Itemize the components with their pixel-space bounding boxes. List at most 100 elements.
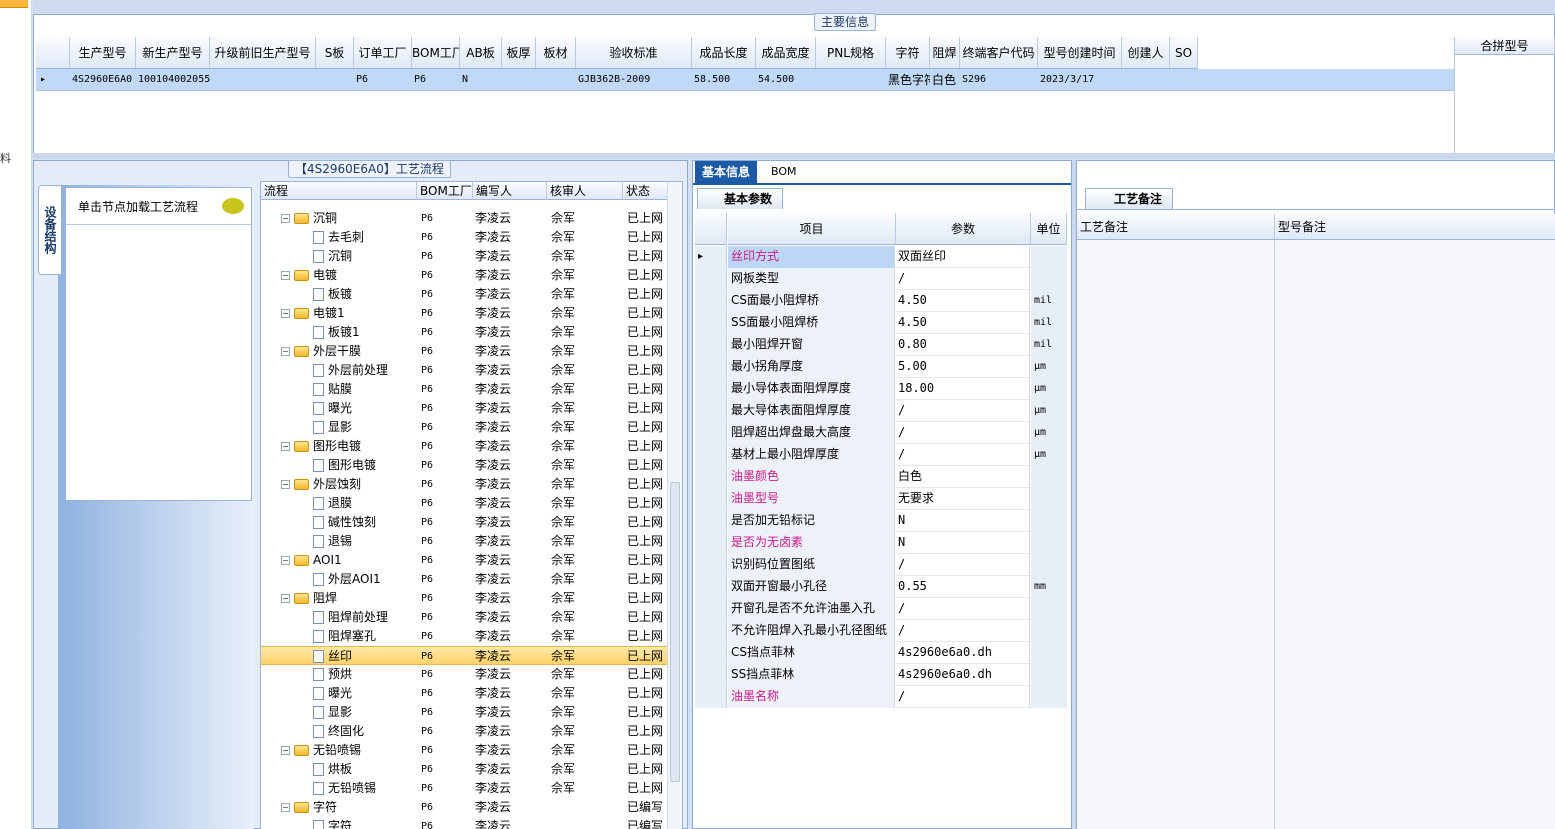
tree-row[interactable]: 外层前处理 P6 李凌云 佘军 已上网 [261, 361, 669, 380]
param-value[interactable]: 4.50 [896, 290, 1030, 312]
tree-row[interactable]: − 外层蚀刻 P6 李凌云 佘军 已上网 [261, 475, 669, 494]
param-value[interactable]: / [896, 444, 1030, 466]
column-header[interactable]: 生产型号 [70, 37, 136, 69]
param-row[interactable]: 网板类型 / [695, 268, 1067, 290]
param-value[interactable]: 4s2960e6a0.dh [896, 664, 1030, 686]
tree-row[interactable]: − 沉铜 P6 李凌云 佘军 已上网 [261, 209, 669, 228]
column-header[interactable]: 验收标准 [576, 37, 692, 69]
column-header[interactable]: 字符 [886, 37, 930, 69]
tree-row[interactable]: 阻焊前处理 P6 李凌云 佘军 已上网 [261, 608, 669, 627]
row-header[interactable] [695, 290, 727, 312]
column-header[interactable]: PNL规格 [816, 37, 886, 69]
param-row[interactable]: 开窗孔是否不允许油墨入孔 / [695, 598, 1067, 620]
param-row[interactable]: 识别码位置图纸 / [695, 554, 1067, 576]
tree-scrollbar[interactable] [667, 182, 682, 829]
tree-column-header[interactable]: 状态 [623, 182, 669, 200]
param-value[interactable]: 0.80 [896, 334, 1030, 356]
tree-column-header[interactable]: 核审人 [547, 182, 623, 200]
process-notes-area[interactable] [1077, 240, 1275, 829]
row-header[interactable] [695, 356, 727, 378]
table-cell[interactable] [210, 69, 316, 91]
collapse-icon[interactable]: − [281, 309, 290, 318]
collapse-icon[interactable]: − [281, 442, 290, 451]
tree-row[interactable]: 丝印 P6 李凌云 佘军 已上网 [261, 646, 669, 665]
tree-row[interactable]: 去毛刺 P6 李凌云 佘军 已上网 [261, 228, 669, 247]
row-header[interactable] [695, 664, 727, 686]
tree-column-header[interactable]: 流程 [261, 182, 417, 200]
tab-bom[interactable]: BOM [765, 161, 803, 183]
tab-basic-info[interactable]: 基本信息 [695, 161, 758, 183]
table-cell[interactable]: 黑色字符 [886, 69, 930, 91]
param-row[interactable]: 油墨名称 / [695, 686, 1067, 708]
column-header[interactable]: 成品宽度 [756, 37, 816, 69]
table-cell[interactable]: 4S2960E6A0 [70, 69, 136, 91]
param-value[interactable]: 白色 [896, 466, 1030, 488]
column-header[interactable]: 升级前旧生产型号 [210, 37, 316, 69]
row-header[interactable] [695, 466, 727, 488]
tree-row[interactable]: 显影 P6 李凌云 佘军 已上网 [261, 418, 669, 437]
row-header[interactable] [695, 422, 727, 444]
param-row[interactable]: 阻焊超出焊盘最大高度 / μm [695, 422, 1067, 444]
collapse-icon[interactable]: − [281, 214, 290, 223]
param-row[interactable]: 油墨颜色 白色 [695, 466, 1067, 488]
table-cell[interactable]: 2023/3/17 [1038, 69, 1122, 91]
tree-row[interactable]: 碱性蚀刻 P6 李凌云 佘军 已上网 [261, 513, 669, 532]
row-header[interactable] [695, 532, 727, 554]
collapse-icon[interactable]: − [281, 803, 290, 812]
model-notes-header[interactable]: 型号备注 [1275, 214, 1555, 240]
param-row[interactable]: SS面最小阻焊桥 4.50 mil [695, 312, 1067, 334]
tree-column-header[interactable]: 编写人 [473, 182, 547, 200]
param-value[interactable]: 双面丝印 [896, 246, 1030, 268]
param-row[interactable]: 是否为无卤素 N [695, 532, 1067, 554]
param-value[interactable]: 5.00 [896, 356, 1030, 378]
grid-corner[interactable] [36, 37, 70, 69]
param-column-header[interactable]: 参数 [896, 213, 1031, 245]
param-value[interactable]: / [896, 598, 1030, 620]
tree-row[interactable]: 烘板 P6 李凌云 佘军 已上网 [261, 760, 669, 779]
tree-row[interactable]: 阻焊塞孔 P6 李凌云 佘军 已上网 [261, 627, 669, 646]
row-header[interactable] [695, 268, 727, 290]
param-row[interactable]: SS挡点菲林 4s2960e6a0.dh [695, 664, 1067, 686]
tree-row[interactable]: 板镀 P6 李凌云 佘军 已上网 [261, 285, 669, 304]
param-row[interactable]: CS面最小阻焊桥 4.50 mil [695, 290, 1067, 312]
collapse-icon[interactable]: − [281, 594, 290, 603]
table-cell[interactable]: N [460, 69, 502, 91]
param-column-header[interactable]: 项目 [728, 213, 896, 245]
table-cell[interactable] [816, 69, 886, 91]
collapse-icon[interactable]: − [281, 480, 290, 489]
tree-row[interactable]: 字符 P6 李凌云 已编写 [261, 817, 669, 829]
tree-row[interactable]: − 电镀1 P6 李凌云 佘军 已上网 [261, 304, 669, 323]
collapse-icon[interactable]: − [281, 347, 290, 356]
row-header[interactable] [695, 334, 727, 356]
tree-row[interactable]: − 外层干膜 P6 李凌云 佘军 已上网 [261, 342, 669, 361]
row-header[interactable] [695, 400, 727, 422]
table-cell[interactable] [316, 69, 354, 91]
param-value[interactable]: / [896, 554, 1030, 576]
tree-row[interactable]: − 图形电镀 P6 李凌云 佘军 已上网 [261, 437, 669, 456]
tree-row[interactable]: − 字符 P6 李凌云 已编写 [261, 798, 669, 817]
param-row[interactable]: 不允许阻焊入孔最小孔径图纸 / [695, 620, 1067, 642]
collapse-icon[interactable]: − [281, 271, 290, 280]
tree-row[interactable]: 显影 P6 李凌云 佘军 已上网 [261, 703, 669, 722]
column-header[interactable]: BOM工厂 [412, 37, 460, 69]
tree-row[interactable]: − 无铅喷锡 P6 李凌云 佘军 已上网 [261, 741, 669, 760]
column-header[interactable]: 板材 [536, 37, 576, 69]
param-row[interactable]: 最小阻焊开窗 0.80 mil [695, 334, 1067, 356]
tree-column-header[interactable]: BOM工厂 [417, 182, 473, 200]
table-cell[interactable] [1170, 69, 1198, 91]
tab-basic-params[interactable]: 基本参数 [697, 188, 784, 209]
row-header[interactable] [695, 642, 727, 664]
param-row[interactable]: 基材上最小阻焊厚度 / μm [695, 444, 1067, 466]
param-column-header[interactable]: 单位 [1031, 213, 1067, 245]
column-header[interactable]: 阻焊 [930, 37, 960, 69]
param-value[interactable]: / [896, 686, 1030, 708]
main-info-grid[interactable]: ▸ 生产型号4S2960E6A0新生产型号10010400205502升级前旧生产… [36, 37, 1454, 153]
table-cell[interactable]: 白色 [930, 69, 960, 91]
collapse-icon[interactable]: − [281, 556, 290, 565]
merge-model-header[interactable]: 合拼型号 [1455, 37, 1555, 55]
tree-row[interactable]: 无铅喷锡 P6 李凌云 佘军 已上网 [261, 779, 669, 798]
row-header[interactable] [695, 620, 727, 642]
load-flow-box[interactable]: 单击节点加载工艺流程 [65, 187, 252, 501]
tree-row[interactable]: 曝光 P6 李凌云 佘军 已上网 [261, 684, 669, 703]
column-header[interactable]: 终端客户代码 [960, 37, 1038, 69]
